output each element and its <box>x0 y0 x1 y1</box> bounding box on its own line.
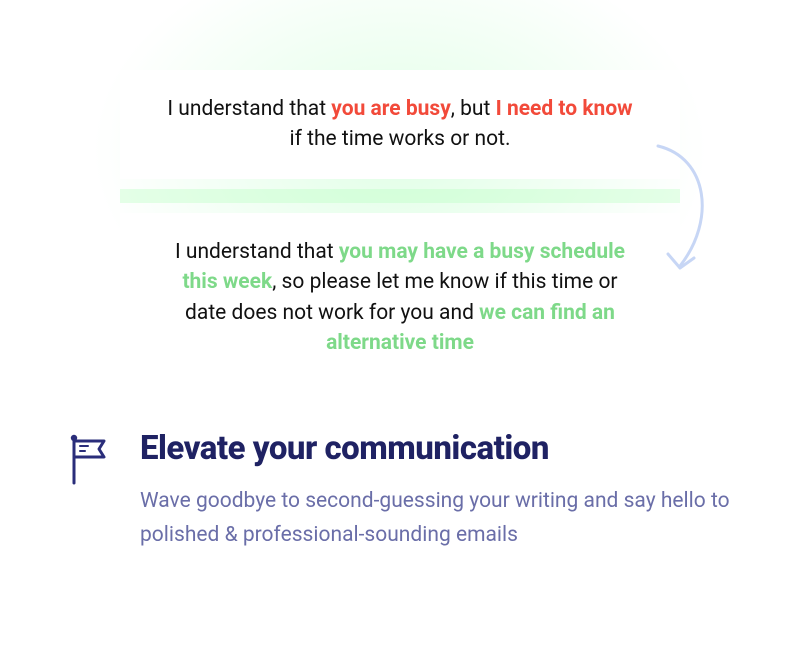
after-text-1: I understand that <box>175 240 339 264</box>
flag-icon <box>66 433 110 485</box>
feature-title: Elevate your communication <box>140 429 734 468</box>
feature-description: Wave goodbye to second-guessing your wri… <box>140 484 734 553</box>
divider-strip <box>120 189 680 203</box>
examples-container: I understand that you are busy, but I ne… <box>120 70 680 383</box>
example-before: I understand that you are busy, but I ne… <box>120 70 680 179</box>
promo-card: I understand that you are busy, but I ne… <box>0 0 800 655</box>
before-highlight-2: I need to know <box>496 97 633 121</box>
before-text-2: , but <box>451 97 496 121</box>
example-after: I understand that you may have a busy sc… <box>120 213 680 383</box>
feature-text: Elevate your communication Wave goodbye … <box>140 429 734 553</box>
feature-section: Elevate your communication Wave goodbye … <box>60 429 740 553</box>
before-text-1: I understand that <box>167 97 331 121</box>
before-highlight-1: you are busy <box>331 97 450 121</box>
before-text-3: if the time works or not. <box>290 127 511 151</box>
